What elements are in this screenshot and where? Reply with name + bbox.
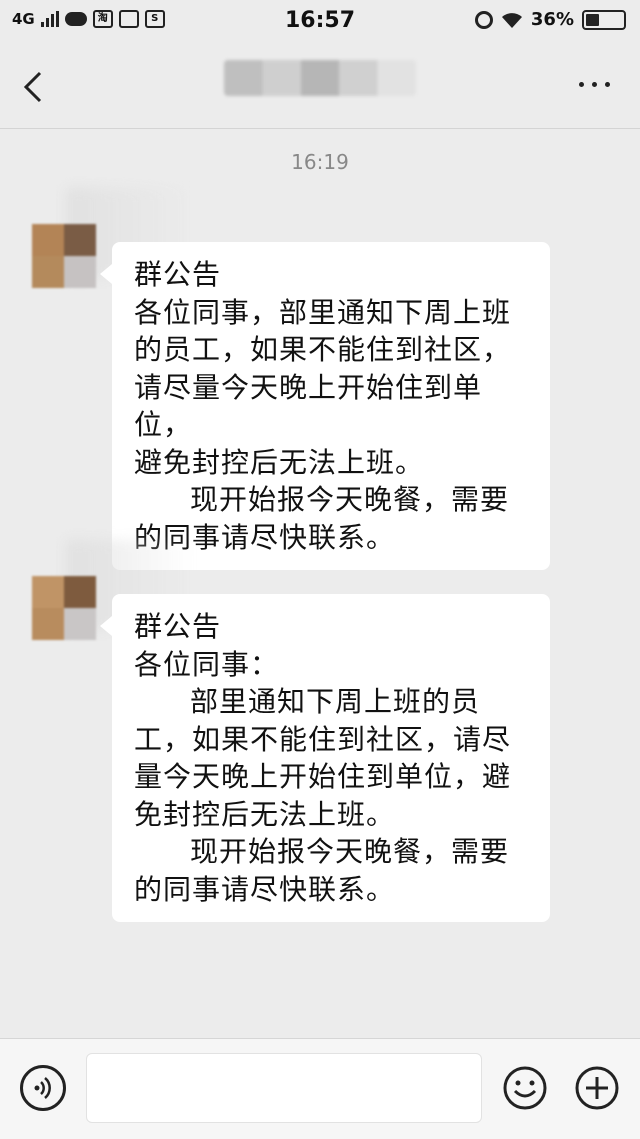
plus-icon[interactable]: [574, 1065, 620, 1111]
message-line: 的员工，如果不能住到社区，: [134, 333, 512, 366]
chat-title-blurred: [224, 60, 416, 96]
message-line: 各位同事：: [134, 647, 280, 681]
message-line: 免封控后无法上班。: [134, 797, 396, 831]
emoji-icon[interactable]: [502, 1065, 548, 1111]
chat-header: [0, 44, 640, 129]
message-line: 的同事请尽快联系。: [134, 872, 396, 906]
message-line: 的同事请尽快联系。: [134, 520, 396, 554]
message-line: 现开始报今天晚餐，需要: [190, 835, 510, 868]
more-dots-icon[interactable]: [579, 82, 610, 87]
battery-fill: [586, 13, 599, 26]
message-line: 现开始报今天晚餐，需要: [190, 483, 510, 516]
announcement-title: 群公告: [134, 258, 222, 291]
message-bubble[interactable]: 群公告各位同事： 部里通知下周上班的员工，如果不能住到社区，请尽 量今天晚上开始住到…: [100, 594, 550, 922]
message-timestamp: 16:19: [291, 150, 349, 174]
message-line: 请尽量今天晚上开始住到单位，: [134, 370, 483, 442]
status-right: 36%: [474, 9, 626, 30]
announcement-title: 群公告: [134, 610, 222, 643]
message-line: 工，如果不能住到社区，请尽: [134, 722, 512, 756]
message-input[interactable]: [86, 1053, 482, 1123]
message-line: 部里通知下周上班的员: [190, 685, 481, 718]
chevron-left-icon[interactable]: [20, 70, 50, 104]
alarm-icon: [474, 10, 493, 29]
status-bar: 4G 淘 S 16:57 36%: [0, 0, 640, 44]
message-line: 避免封控后无法上班。: [134, 445, 425, 479]
message-line: 各位同事，部里通知下周上班: [134, 295, 512, 329]
avatar[interactable]: [32, 224, 96, 288]
avatar[interactable]: [32, 576, 96, 640]
battery-icon: [582, 9, 626, 30]
message-line: 量今天晚上开始住到单位，避: [134, 760, 512, 793]
battery-percent: 36%: [530, 9, 574, 30]
input-bar: [0, 1038, 640, 1139]
message-bubble[interactable]: 群公告各位同事，部里通知下周上班 的员工，如果不能住到社区， 请尽量今天晚上开始住到…: [100, 242, 550, 570]
voice-icon[interactable]: [20, 1065, 66, 1111]
wifi-icon: [501, 11, 523, 29]
